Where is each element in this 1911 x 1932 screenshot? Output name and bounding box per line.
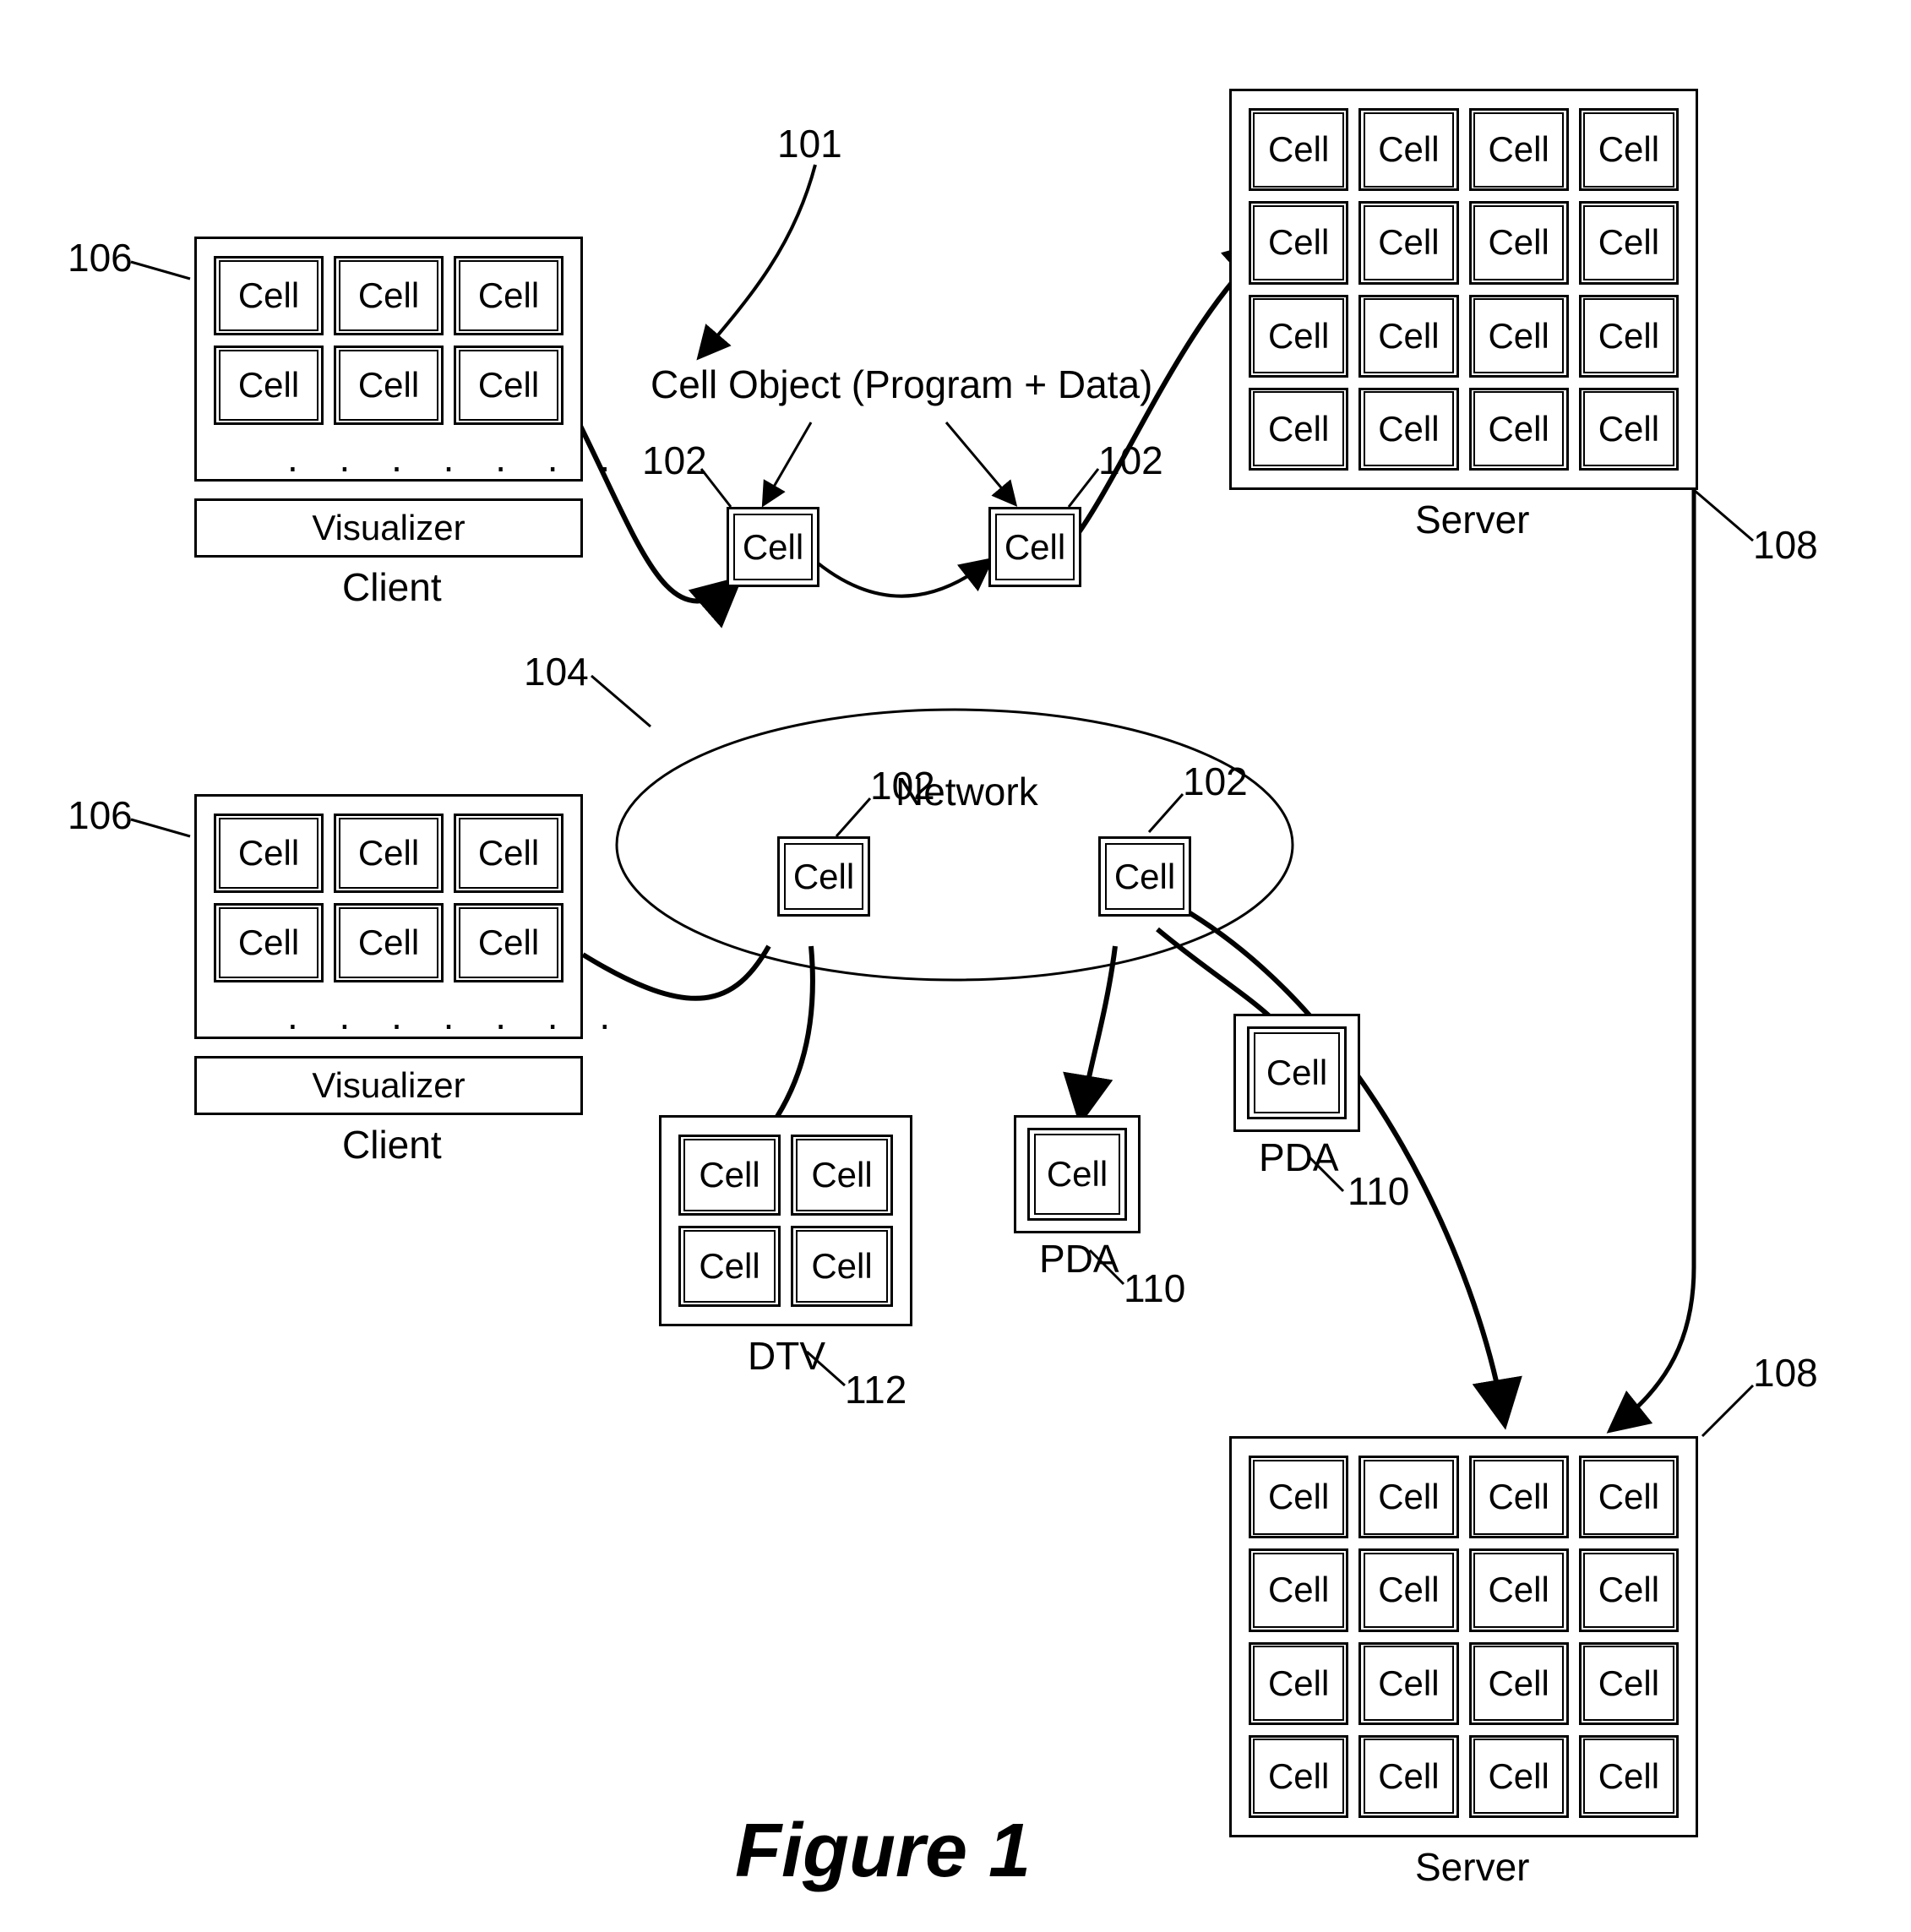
server-2-cell: Cell (1469, 1735, 1569, 1818)
diagram-stage: 101 102 102 102 102 104 106 106 108 108 … (0, 0, 1911, 1932)
dtv-cell: Cell (678, 1135, 781, 1216)
server-1-cell: Cell (1358, 388, 1458, 471)
client-1-visualizer: Visualizer (194, 498, 583, 558)
ref-102-d: 102 (1183, 760, 1248, 803)
server-1-cell: Cell (1358, 108, 1458, 191)
server-1-cell: Cell (1249, 108, 1348, 191)
server-1-cell: Cell (1469, 388, 1569, 471)
server-1-cell: Cell (1579, 388, 1679, 471)
client-1-cell: Cell (454, 346, 564, 425)
server-2-cell: Cell (1469, 1548, 1569, 1631)
server-2-cell: Cell (1358, 1548, 1458, 1631)
server-2-label: Server (1415, 1846, 1529, 1889)
dtv-cell: Cell (791, 1135, 893, 1216)
pda-2-cell: Cell (1247, 1026, 1347, 1120)
server-2-box: Cell Cell Cell Cell Cell Cell Cell Cell … (1229, 1436, 1698, 1837)
server-2-cell: Cell (1249, 1735, 1348, 1818)
server-1-cell: Cell (1249, 295, 1348, 378)
client-1-cell: Cell (454, 256, 564, 335)
server-1-cell: Cell (1579, 201, 1679, 284)
ref-102-b: 102 (1098, 439, 1163, 482)
server-2-cell: Cell (1579, 1735, 1679, 1818)
server-1-label: Server (1415, 498, 1529, 542)
pda-1-cell: Cell (1027, 1128, 1127, 1222)
server-1-cell: Cell (1579, 108, 1679, 191)
server-2-cell: Cell (1579, 1548, 1679, 1631)
client-1-cell: Cell (334, 346, 444, 425)
ref-110-b: 110 (1348, 1170, 1409, 1213)
server-1-cell: Cell (1358, 295, 1458, 378)
client-2-visualizer: Visualizer (194, 1056, 583, 1115)
client-2-cell: Cell (214, 814, 324, 893)
server-2-cell: Cell (1469, 1456, 1569, 1538)
pda-2-label: PDA (1259, 1136, 1339, 1179)
ref-102-a: 102 (642, 439, 707, 482)
client-2-cell: Cell (214, 903, 324, 982)
ref-104: 104 (524, 650, 589, 694)
server-1-cell: Cell (1469, 108, 1569, 191)
server-1-cell: Cell (1579, 295, 1679, 378)
server-2-cell: Cell (1249, 1642, 1348, 1725)
client-1-label: Client (342, 566, 442, 609)
client-2-cell: Cell (454, 903, 564, 982)
server-2-cell: Cell (1249, 1548, 1348, 1631)
client-1-cell: Cell (214, 256, 324, 335)
client-2-label: Client (342, 1124, 442, 1167)
free-cell-top-right: Cell (988, 507, 1081, 587)
dtv-cell: Cell (791, 1226, 893, 1307)
client-2-cell: Cell (334, 903, 444, 982)
server-1-cell: Cell (1249, 388, 1348, 471)
server-2-cell: Cell (1358, 1735, 1458, 1818)
server-1-cell: Cell (1469, 201, 1569, 284)
server-1-cell: Cell (1469, 295, 1569, 378)
visualizer-label: Visualizer (312, 1065, 465, 1106)
ref-101: 101 (777, 122, 842, 166)
free-cell-net-right: Cell (1098, 836, 1191, 917)
dtv-cell: Cell (678, 1226, 781, 1307)
client-1-cell: Cell (214, 346, 324, 425)
server-1-cell: Cell (1358, 201, 1458, 284)
ref-106-a: 106 (68, 237, 133, 280)
client-1-dots: . . . . . . . (287, 435, 625, 481)
label-network: Network (896, 769, 1038, 814)
free-cell-net-left: Cell (777, 836, 870, 917)
ref-108-a: 108 (1753, 524, 1818, 567)
dtv-box: Cell Cell Cell Cell (659, 1115, 912, 1326)
visualizer-label: Visualizer (312, 508, 465, 548)
ref-106-b: 106 (68, 794, 133, 837)
server-2-cell: Cell (1358, 1642, 1458, 1725)
server-2-cell: Cell (1579, 1456, 1679, 1538)
client-2-cell: Cell (334, 814, 444, 893)
client-2-dots: . . . . . . . (287, 993, 625, 1038)
server-2-cell: Cell (1579, 1642, 1679, 1725)
label-cell-object: Cell Object (Program + Data) (651, 363, 1152, 406)
server-2-cell: Cell (1249, 1456, 1348, 1538)
ref-112: 112 (845, 1369, 906, 1412)
server-2-cell: Cell (1469, 1642, 1569, 1725)
figure-title: Figure 1 (735, 1808, 1031, 1895)
pda-1-box: Cell (1014, 1115, 1141, 1233)
server-1-box: Cell Cell Cell Cell Cell Cell Cell Cell … (1229, 89, 1698, 490)
client-1-cell: Cell (334, 256, 444, 335)
ref-110-a: 110 (1124, 1267, 1185, 1310)
ref-108-b: 108 (1753, 1352, 1818, 1395)
pda-2-box: Cell (1233, 1014, 1360, 1132)
dtv-label: DTV (748, 1335, 825, 1378)
server-2-cell: Cell (1358, 1456, 1458, 1538)
pda-1-label: PDA (1039, 1238, 1119, 1281)
server-1-cell: Cell (1249, 201, 1348, 284)
client-2-cell: Cell (454, 814, 564, 893)
free-cell-top-left: Cell (727, 507, 819, 587)
